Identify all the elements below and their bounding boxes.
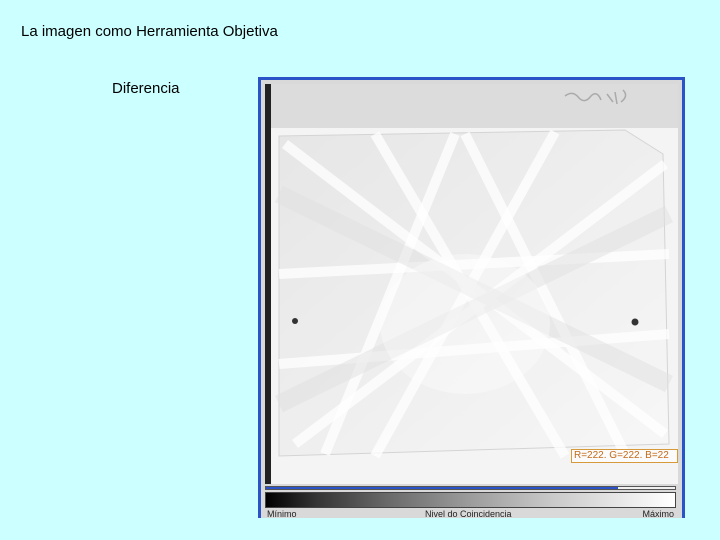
difference-image-graphic: [265, 84, 678, 484]
coincidence-scale-gradient: [265, 492, 676, 508]
slide: La imagen como Herramienta Objetiva Dife…: [0, 0, 720, 540]
image-viewer-panel: R=222. G=222. B=22 Mínimo Nivel do Coinc…: [261, 80, 682, 518]
difference-image[interactable]: R=222. G=222. B=22: [265, 84, 678, 484]
scale-max-label: Máximo: [642, 509, 674, 518]
scale-labels: Mínimo Nivel do Coincidencia Máximo: [265, 508, 676, 518]
level-indicator-fill: [266, 487, 618, 489]
slide-title: La imagen como Herramienta Objetiva: [21, 23, 278, 40]
slide-subtitle: Diferencia: [112, 80, 180, 97]
level-indicator-strip: [265, 486, 676, 490]
scale-mid-label: Nivel do Coincidencia: [425, 509, 512, 518]
pixel-value-readout: R=222. G=222. B=22: [571, 449, 678, 463]
image-viewer-window: R=222. G=222. B=22 Mínimo Nivel do Coinc…: [258, 77, 685, 518]
scale-min-label: Mínimo: [267, 509, 297, 518]
